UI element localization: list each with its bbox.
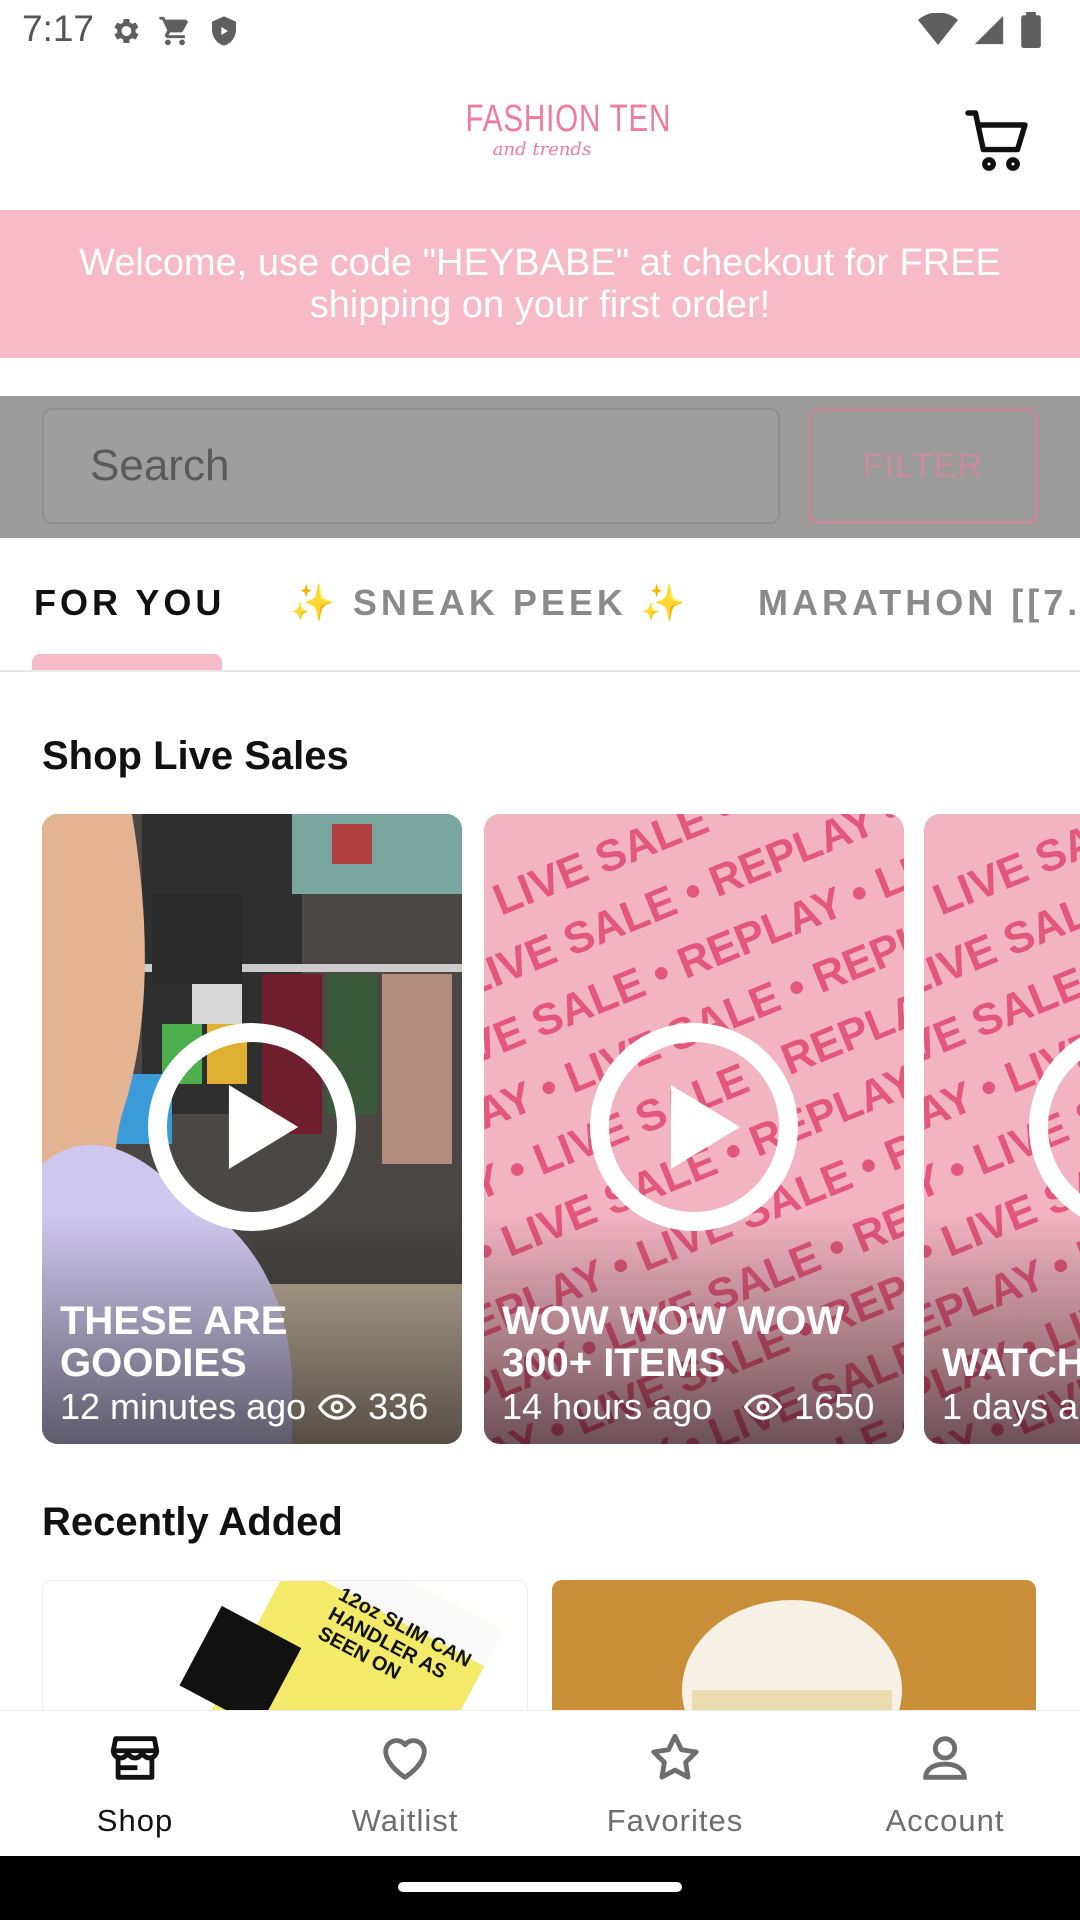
nav-label: Shop bbox=[96, 1803, 174, 1838]
search-bar: Search FILTER bbox=[0, 396, 1080, 538]
app-header: FASHION TEN and trends bbox=[0, 64, 1080, 210]
promo-banner: Welcome, use code "HEYBABE" at checkout … bbox=[0, 210, 1080, 358]
promo-text: Welcome, use code "HEYBABE" at checkout … bbox=[79, 242, 1001, 326]
status-icons-right bbox=[918, 12, 1042, 48]
system-gesture-bar bbox=[0, 1856, 1080, 1920]
cart-icon bbox=[965, 110, 1028, 171]
nav-shop[interactable]: Shop bbox=[0, 1711, 270, 1857]
nav-label: Favorites bbox=[606, 1803, 744, 1838]
live-sales-carousel[interactable]: THESE ARE GOODIES 12 minutes ago 336 REP… bbox=[0, 814, 1080, 1446]
product-card[interactable]: 12oz SLIM CAN HANDLER AS SEEN ON bbox=[42, 1580, 528, 1710]
live-card-meta: 1 days a bbox=[942, 1386, 1078, 1428]
product-image bbox=[682, 1600, 902, 1710]
wifi-icon bbox=[918, 13, 958, 45]
active-tab-indicator bbox=[32, 654, 222, 670]
live-sale-card[interactable]: THESE ARE GOODIES 12 minutes ago 336 bbox=[42, 814, 462, 1444]
shield-icon bbox=[212, 16, 236, 46]
play-icon[interactable] bbox=[147, 1022, 357, 1232]
live-card-views: 1650 bbox=[794, 1386, 875, 1427]
live-sales-title: Shop Live Sales bbox=[42, 734, 349, 778]
live-card-meta: 12 minutes ago 336 bbox=[60, 1386, 428, 1428]
nav-favorites[interactable]: Favorites bbox=[540, 1711, 810, 1857]
cart-button[interactable] bbox=[962, 104, 1034, 176]
recently-added-title: Recently Added bbox=[42, 1500, 343, 1544]
live-card-title: WATCH bbox=[942, 1341, 1080, 1385]
filter-button[interactable]: FILTER bbox=[808, 408, 1038, 524]
eye-icon bbox=[744, 1394, 783, 1420]
play-icon[interactable] bbox=[589, 1022, 799, 1232]
logo-main-text: FASHION TEN bbox=[465, 98, 672, 140]
eye-icon bbox=[318, 1394, 357, 1420]
nav-account[interactable]: Account bbox=[810, 1711, 1080, 1857]
tab-for-you[interactable]: FOR YOU bbox=[34, 582, 225, 624]
tab-sneak-peek[interactable]: ✨ SNEAK PEEK ✨ bbox=[290, 582, 690, 624]
gear-icon bbox=[114, 18, 139, 44]
live-card-views: 336 bbox=[368, 1386, 429, 1427]
battery-icon bbox=[1021, 12, 1041, 48]
nav-label: Waitlist bbox=[351, 1803, 459, 1838]
live-card-time: 1 days a bbox=[942, 1386, 1079, 1427]
cart-icon bbox=[159, 16, 189, 46]
live-card-meta: 14 hours ago 1650 bbox=[502, 1386, 874, 1428]
live-card-title: WOW WOW WOW 300+ ITEMS bbox=[502, 1299, 845, 1385]
status-bar: 7:17 bbox=[0, 0, 1080, 64]
storefront-icon bbox=[110, 1736, 160, 1780]
live-sale-card[interactable]: REPLAY • LIVE SALE • REPLAY • LIVE SALE … bbox=[924, 814, 1080, 1444]
home-gesture-handle[interactable] bbox=[398, 1882, 682, 1892]
person-icon bbox=[923, 1736, 967, 1780]
status-icons-left bbox=[108, 14, 240, 48]
search-input[interactable]: Search bbox=[42, 408, 780, 524]
live-sale-card[interactable]: REPLAY • LIVE SALE • REPLAY • LIVE SALE … bbox=[484, 814, 904, 1444]
star-icon bbox=[651, 1733, 699, 1780]
live-card-time: 14 hours ago bbox=[502, 1386, 713, 1427]
logo-sub-text: and trends bbox=[492, 139, 592, 160]
bottom-navigation: Shop Waitlist Favorites Account bbox=[0, 1710, 1080, 1857]
brand-logo[interactable]: FASHION TEN and trends bbox=[444, 98, 672, 160]
nav-label: Account bbox=[885, 1803, 1005, 1838]
status-time: 7:17 bbox=[22, 8, 95, 49]
nav-waitlist[interactable]: Waitlist bbox=[270, 1711, 540, 1857]
category-tabs: FOR YOU ✨ SNEAK PEEK ✨ MARATHON [[7. bbox=[0, 540, 1080, 672]
play-icon[interactable] bbox=[1028, 1022, 1080, 1232]
signal-icon bbox=[974, 15, 1004, 45]
tab-marathon[interactable]: MARATHON [[7. bbox=[758, 582, 1080, 624]
recently-added-list[interactable]: 12oz SLIM CAN HANDLER AS SEEN ON bbox=[0, 1580, 1080, 1710]
product-card[interactable] bbox=[552, 1580, 1036, 1710]
live-card-title: THESE ARE GOODIES bbox=[60, 1299, 288, 1385]
heart-icon bbox=[383, 1738, 427, 1780]
live-card-time: 12 minutes ago bbox=[60, 1386, 307, 1427]
